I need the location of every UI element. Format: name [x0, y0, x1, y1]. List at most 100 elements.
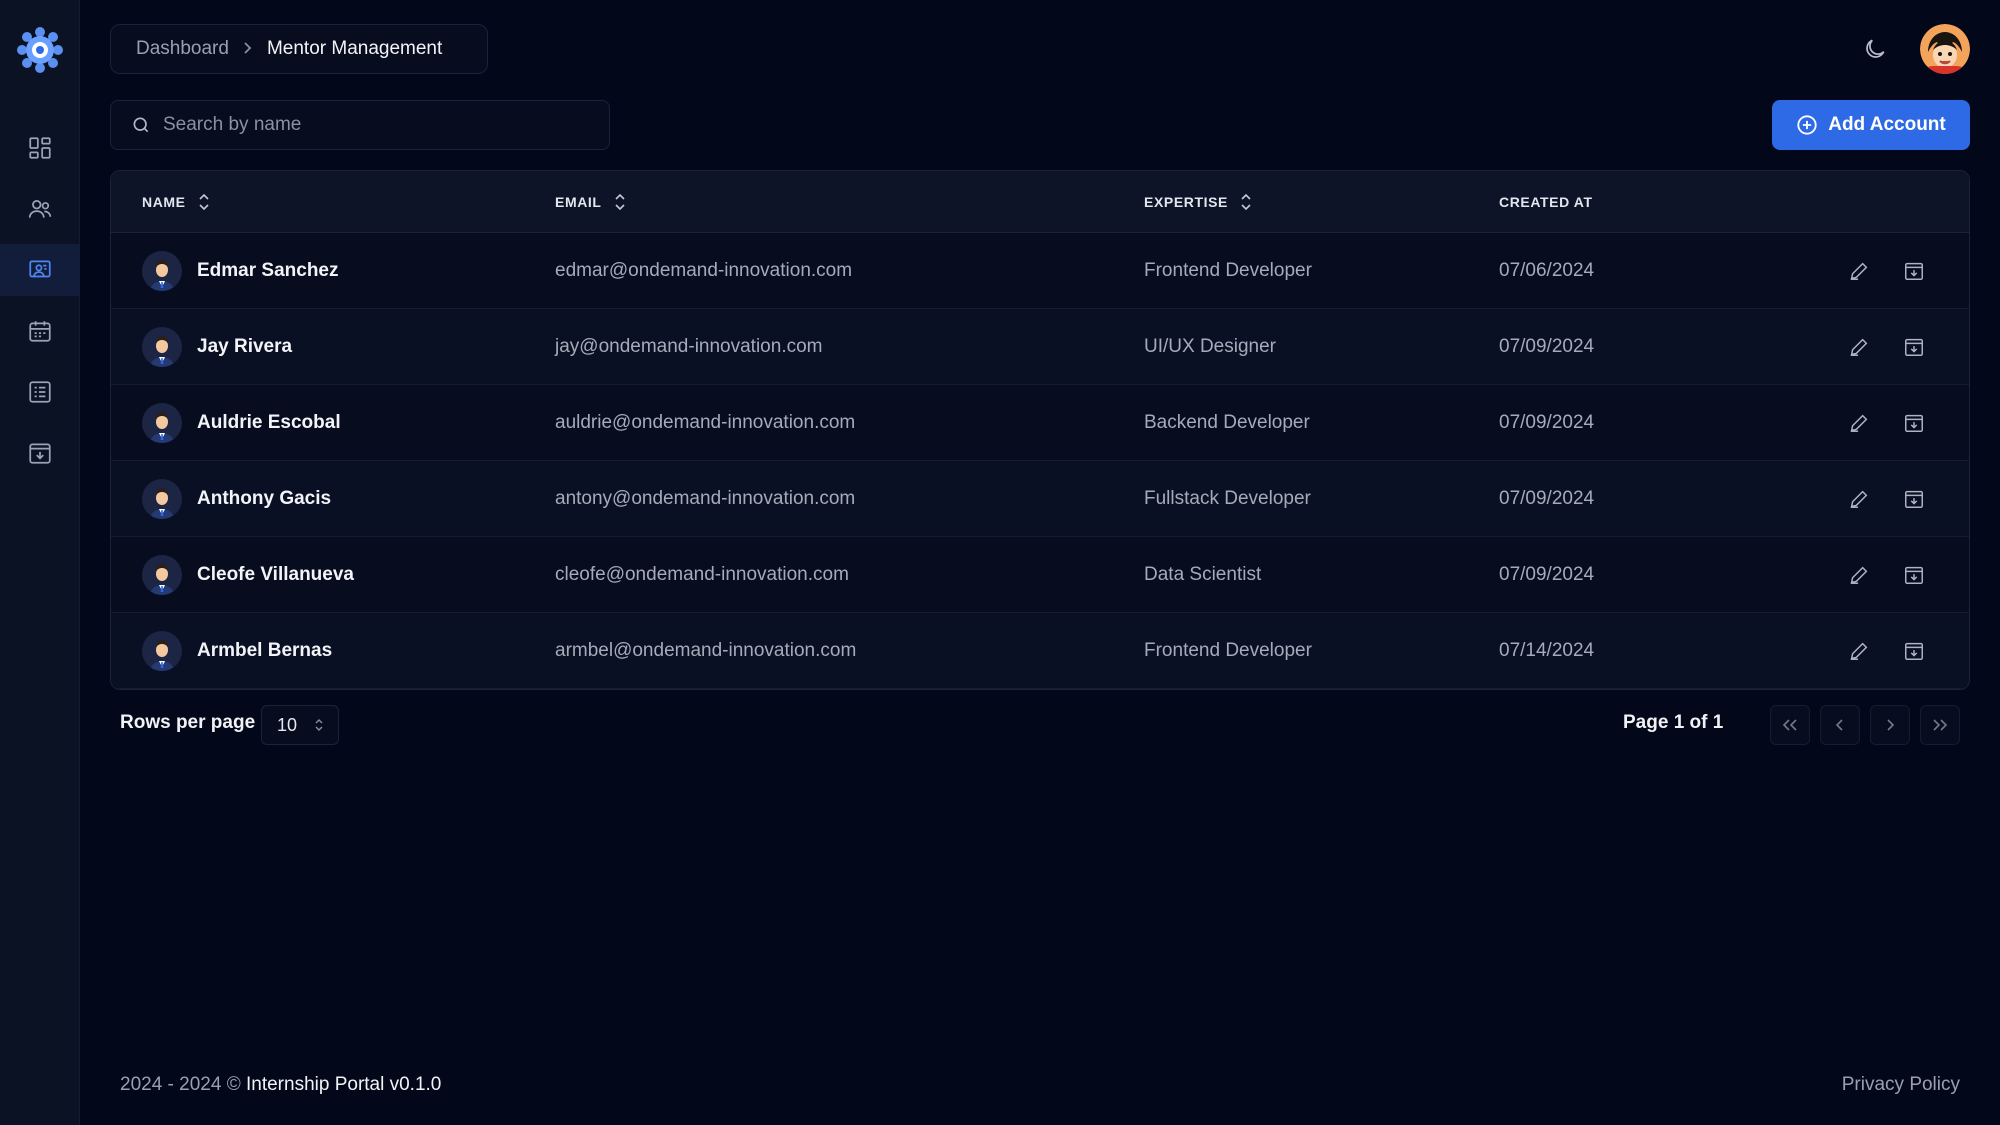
mentor-email: jay@ondemand-innovation.com [555, 336, 823, 357]
grid-icon [29, 137, 51, 159]
footer-years: 2024 - 2024 © [120, 1074, 241, 1095]
chevron-right-icon [244, 41, 252, 54]
search-box [110, 100, 610, 150]
page-info: Page 1 of 1 [1623, 712, 1724, 733]
edit-button[interactable] [1845, 333, 1873, 361]
pencil-icon [1850, 490, 1868, 508]
mentor-avatar-icon [142, 479, 182, 519]
edit-button[interactable] [1845, 257, 1873, 285]
sidebar [0, 0, 80, 1125]
mentor-avatar [142, 327, 182, 367]
edit-button[interactable] [1845, 561, 1873, 589]
breadcrumb: Dashboard Mentor Management [110, 24, 488, 74]
breadcrumb-link-dashboard[interactable]: Dashboard [136, 38, 229, 60]
plus-circle-icon [1797, 115, 1817, 135]
theme-toggle-button[interactable] [1860, 34, 1890, 64]
sort-icon [614, 193, 625, 211]
sidebar-item-calendar[interactable] [0, 305, 80, 357]
previous-page-button[interactable] [1820, 705, 1860, 745]
table-header: NAME EMAIL EXPERTISE CREATED AT [111, 171, 1969, 233]
edit-button[interactable] [1845, 409, 1873, 437]
mentor-name-cell: Auldrie Escobal [142, 385, 341, 461]
sort-icon [1241, 193, 1251, 211]
breadcrumb-separator [243, 39, 253, 60]
mentor-expertise: Data Scientist [1144, 564, 1262, 585]
edit-button[interactable] [1845, 637, 1873, 665]
column-header-created-label: CREATED AT [1499, 194, 1593, 210]
app-logo-icon[interactable] [14, 24, 66, 76]
mentor-email: armbel@ondemand-innovation.com [555, 640, 857, 661]
mentor-created-at: 07/14/2024 [1499, 640, 1595, 661]
archive-button[interactable] [1900, 561, 1928, 589]
edit-button[interactable] [1845, 485, 1873, 513]
mentor-avatar-icon [142, 251, 182, 291]
mentor-table: NAME EMAIL EXPERTISE CREATED AT Edmar Sa… [110, 170, 1970, 690]
mentor-avatar [142, 555, 182, 595]
last-page-button[interactable] [1920, 705, 1960, 745]
sidebar-item-list[interactable] [0, 366, 80, 418]
mentor-email: auldrie@ondemand-innovation.com [555, 412, 856, 433]
moon-icon [1866, 39, 1885, 58]
column-header-email: EMAIL [555, 171, 626, 233]
archive-button[interactable] [1900, 333, 1928, 361]
first-page-button[interactable] [1770, 705, 1810, 745]
sidebar-item-archive[interactable] [0, 427, 80, 479]
rows-per-page-select[interactable]: 10 [261, 705, 339, 745]
pencil-icon [1850, 338, 1868, 356]
mentor-created-at: 07/09/2024 [1499, 488, 1595, 509]
archive-box-icon [1905, 262, 1923, 280]
chevron-left-icon [1835, 719, 1843, 731]
mentor-name: Armbel Bernas [197, 640, 333, 661]
mentor-name-cell: Anthony Gacis [142, 461, 331, 537]
chevrons-left-icon [1782, 719, 1797, 731]
footer-copyright: 2024 - 2024 © Internship Portal v0.1.0 [120, 1074, 441, 1096]
column-header-expertise-label: EXPERTISE [1144, 194, 1228, 210]
archive-button[interactable] [1900, 409, 1928, 437]
archive-button[interactable] [1900, 485, 1928, 513]
sort-email-button[interactable] [614, 193, 626, 211]
table-row: Armbel Bernas armbel@ondemand-innovation.… [111, 613, 1969, 689]
mentor-email: cleofe@ondemand-innovation.com [555, 564, 849, 585]
sort-name-button[interactable] [198, 193, 210, 211]
footer-brand: Internship Portal v0.1.0 [245, 1074, 442, 1095]
mentor-name-cell: Edmar Sanchez [142, 233, 339, 309]
archive-button[interactable] [1900, 637, 1928, 665]
privacy-policy-link[interactable]: Privacy Policy [1842, 1074, 1960, 1096]
chevrons-right-icon [1933, 719, 1948, 731]
mentor-created-at: 07/06/2024 [1499, 260, 1595, 281]
archive-box-icon [1905, 566, 1923, 584]
add-account-label: Add Account [1828, 114, 1946, 135]
column-header-email-label: EMAIL [555, 194, 602, 210]
mentor-created-at: 07/09/2024 [1499, 412, 1595, 433]
mentor-avatar-icon [142, 631, 182, 671]
archive-icon [29, 443, 51, 464]
next-page-button[interactable] [1870, 705, 1910, 745]
mentor-expertise: Backend Developer [1144, 412, 1310, 433]
table-row: Edmar Sanchez edmar@ondemand-innovation.c… [111, 233, 1969, 309]
mentor-name-cell: Armbel Bernas [142, 613, 332, 689]
archive-box-icon [1905, 490, 1923, 508]
user-avatar[interactable] [1920, 24, 1970, 74]
sidebar-item-dashboard[interactable] [0, 122, 80, 174]
sort-expertise-button[interactable] [1240, 193, 1252, 211]
table-row: Anthony Gacis antony@ondemand-innovation.… [111, 461, 1969, 537]
mentor-name: Auldrie Escobal [197, 412, 341, 433]
column-header-name: NAME [142, 171, 210, 233]
mentor-expertise: Fullstack Developer [1144, 488, 1311, 509]
mentor-created-at: 07/09/2024 [1499, 336, 1595, 357]
search-input[interactable] [163, 114, 583, 136]
sidebar-item-users[interactable] [0, 183, 80, 235]
archive-box-icon [1905, 338, 1923, 356]
pencil-icon [1850, 414, 1868, 432]
app-root: Dashboard Mentor Management Search by na… [0, 0, 2000, 1125]
mentor-email: edmar@ondemand-innovation.com [555, 260, 853, 281]
rows-per-page-label: Rows per page [120, 712, 256, 733]
sidebar-item-mentors[interactable] [0, 244, 80, 296]
archive-button[interactable] [1900, 257, 1928, 285]
users-icon [28, 200, 52, 218]
breadcrumb-current: Mentor Management [266, 38, 443, 59]
mentor-avatar [142, 631, 182, 671]
add-account-button[interactable]: Add Account [1772, 100, 1970, 150]
mentor-avatar [142, 403, 182, 443]
rows-per-page-value: 10 [277, 714, 298, 735]
